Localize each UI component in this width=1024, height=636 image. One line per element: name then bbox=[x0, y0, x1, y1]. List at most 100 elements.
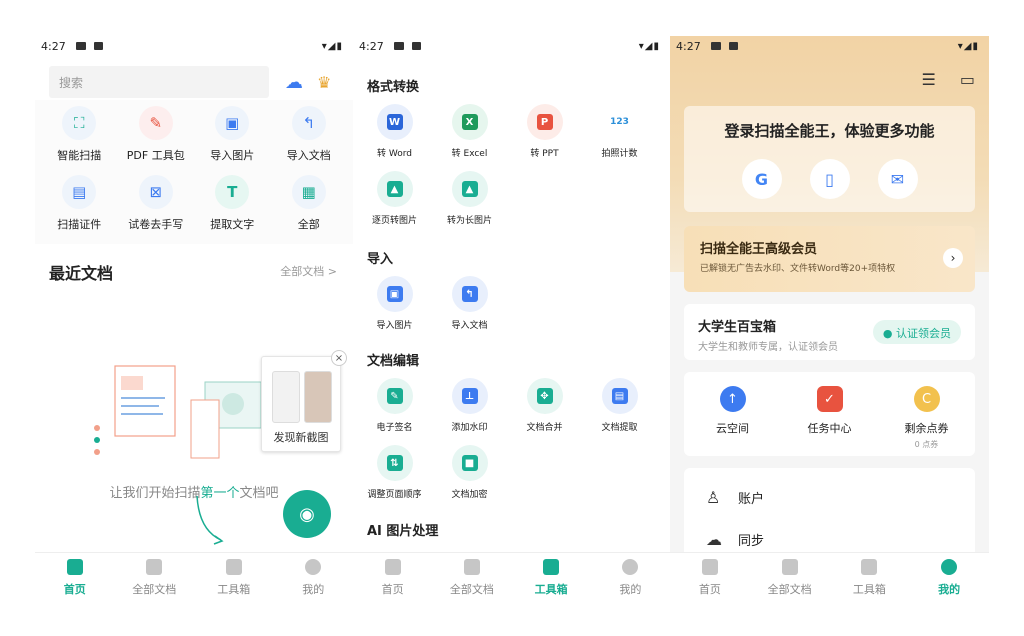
tool-extract-text[interactable]: T 提取文字 bbox=[194, 175, 271, 232]
tool-import-image[interactable]: ▣ 导入图片 bbox=[357, 276, 432, 331]
vip-title: 扫描全能王高级会员 bbox=[700, 242, 818, 257]
coupon-icon: C bbox=[913, 386, 940, 412]
tab-toolbox[interactable]: 工具箱 bbox=[194, 553, 274, 606]
pdf-icon: ✎ bbox=[138, 106, 173, 140]
tab-mine[interactable]: 我的 bbox=[274, 553, 354, 606]
menu-account[interactable]: ♙ 账户 bbox=[684, 476, 975, 518]
verify-badge-button[interactable]: ● 认证领会员 bbox=[872, 320, 961, 344]
tab-home[interactable]: 首页 bbox=[353, 553, 432, 606]
message-icon[interactable]: ▭ bbox=[960, 70, 975, 89]
scan-code-icon[interactable]: ☰ bbox=[922, 70, 936, 89]
section-title-edit: 文档编辑 bbox=[367, 354, 420, 369]
tool-e-signature[interactable]: ✎ 电子签名 bbox=[357, 378, 432, 433]
edit-tools-grid: ✎ 电子签名 ⊥ 添加水印 ✥ 文档合并 ▤ 文档提取 ⇅ 调整页面顺序 ■ 文档加密 bbox=[357, 378, 657, 500]
notification-icon bbox=[394, 42, 404, 50]
section-title-import: 导入 bbox=[367, 252, 394, 267]
service-task-center[interactable]: ✓ 任务中心 bbox=[790, 386, 870, 450]
signature-icon: ✎ bbox=[376, 378, 413, 414]
tool-encrypt-doc[interactable]: ■ 文档加密 bbox=[432, 445, 507, 500]
notification-icon bbox=[711, 42, 721, 50]
tool-label: 逐页转图片 bbox=[371, 216, 417, 226]
login-title: 登录扫描全能王，体验更多功能 bbox=[724, 122, 935, 140]
tool-all[interactable]: ▦ 全部 bbox=[271, 175, 348, 232]
tool-merge-docs[interactable]: ✥ 文档合并 bbox=[507, 378, 582, 433]
phone-login-icon[interactable]: ▯ bbox=[809, 159, 850, 199]
crown-icon[interactable]: ♛ bbox=[317, 73, 331, 92]
vip-banner[interactable]: 扫描全能王高级会员 已解锁无广告去水印、文件转Word等20+项特权 › bbox=[684, 226, 975, 292]
tool-label: 拍照计数 bbox=[601, 149, 638, 159]
tool-to-excel[interactable]: X 转 Excel bbox=[432, 104, 507, 159]
tab-mine[interactable]: 我的 bbox=[909, 553, 989, 606]
tab-label: 全部文档 bbox=[132, 583, 177, 596]
image-icon: ▣ bbox=[215, 106, 250, 140]
tab-all-docs[interactable]: 全部文档 bbox=[432, 553, 511, 606]
scan-icon: ⛶ bbox=[62, 106, 97, 140]
word-icon: W bbox=[376, 104, 413, 140]
service-label: 剩余点券 bbox=[904, 422, 949, 435]
image-icon: ▲ bbox=[376, 171, 413, 207]
tool-add-watermark[interactable]: ⊥ 添加水印 bbox=[432, 378, 507, 433]
tab-label: 我的 bbox=[619, 583, 642, 596]
toolbox-screen: 4:27 ▾◢▮ 格式转换 W 转 Word X 转 Excel P 转 PPT 12… bbox=[353, 36, 670, 606]
stamp-icon: ⊥ bbox=[451, 378, 488, 414]
format-tools-grid: W 转 Word X 转 Excel P 转 PPT 123 拍照计数 ▲ 逐页转图片 ▲… bbox=[357, 104, 657, 226]
screenshot-thumbnail bbox=[304, 371, 332, 423]
task-icon: ✓ bbox=[816, 386, 843, 412]
tab-toolbox[interactable]: 工具箱 bbox=[512, 553, 591, 606]
service-coupons[interactable]: C 剩余点券 0 点券 bbox=[887, 386, 967, 450]
student-card[interactable]: 大学生百宝箱 大学生和教师专属，认证领会员 ● 认证领会员 bbox=[684, 304, 975, 360]
tab-label: 首页 bbox=[698, 583, 721, 596]
login-card[interactable]: 登录扫描全能王，体验更多功能 G ▯ ✉ bbox=[684, 106, 975, 212]
new-screenshot-popup[interactable]: 发现新截图 bbox=[261, 356, 341, 452]
close-icon[interactable]: × bbox=[331, 350, 347, 366]
tool-extract-doc[interactable]: ▤ 文档提取 bbox=[582, 378, 657, 433]
chevron-right-icon[interactable]: › bbox=[943, 248, 963, 268]
tab-home[interactable]: 首页 bbox=[670, 553, 750, 606]
tool-label: 文档加密 bbox=[451, 490, 488, 500]
tool-long-image[interactable]: ▲ 转为长图片 bbox=[432, 171, 507, 226]
tab-toolbox[interactable]: 工具箱 bbox=[830, 553, 910, 606]
tool-import-doc[interactable]: ↰ 导入文档 bbox=[271, 106, 348, 163]
tool-smart-scan[interactable]: ⛶ 智能扫描 bbox=[41, 106, 118, 163]
screenshot-thumbnail bbox=[272, 371, 300, 423]
google-login-icon[interactable]: G bbox=[741, 159, 782, 199]
docs-icon bbox=[146, 559, 163, 575]
email-login-icon[interactable]: ✉ bbox=[877, 159, 918, 199]
section-title-ai-image: AI 图片处理 bbox=[367, 524, 439, 539]
tool-pdf-kit[interactable]: ✎ PDF 工具包 bbox=[118, 106, 195, 163]
toolbox-icon bbox=[861, 559, 878, 575]
status-time: 4:27 bbox=[41, 40, 66, 53]
services-card: ↑ 云空间 ✓ 任务中心 C 剩余点券 0 点券 bbox=[684, 372, 975, 456]
camera-icon: ◉ bbox=[299, 503, 315, 525]
lock-icon: ■ bbox=[451, 445, 488, 481]
tool-to-ppt[interactable]: P 转 PPT bbox=[507, 104, 582, 159]
home-icon bbox=[66, 559, 83, 575]
tool-label: 导入文档 bbox=[451, 321, 488, 331]
tool-photo-count[interactable]: 123 拍照计数 bbox=[582, 104, 657, 159]
tool-scan-id[interactable]: ▤ 扫描证件 bbox=[41, 175, 118, 232]
arrow-icon bbox=[196, 495, 224, 545]
tool-remove-handwriting[interactable]: ⊠ 试卷去手写 bbox=[118, 175, 195, 232]
camera-button[interactable]: ◉ bbox=[283, 490, 331, 538]
cloud-icon[interactable]: ☁ bbox=[285, 72, 303, 93]
empty-text-post: 文档吧 bbox=[239, 486, 279, 501]
tool-reorder-pages[interactable]: ⇅ 调整页面顺序 bbox=[357, 445, 432, 500]
tool-import-doc[interactable]: ↰ 导入文档 bbox=[432, 276, 507, 331]
search-input[interactable]: 搜索 bbox=[49, 66, 269, 98]
tab-home[interactable]: 首页 bbox=[35, 553, 115, 606]
reorder-icon: ⇅ bbox=[376, 445, 413, 481]
recent-docs-title: 最近文档 bbox=[49, 264, 114, 283]
home-icon bbox=[384, 559, 401, 575]
docs-icon bbox=[781, 559, 798, 575]
tool-page-to-image[interactable]: ▲ 逐页转图片 bbox=[357, 171, 432, 226]
tool-to-word[interactable]: W 转 Word bbox=[357, 104, 432, 159]
service-cloud-space[interactable]: ↑ 云空间 bbox=[693, 386, 773, 450]
tab-all-docs[interactable]: 全部文档 bbox=[750, 553, 830, 606]
service-label: 云空间 bbox=[716, 422, 749, 435]
all-docs-link[interactable]: 全部文档 > bbox=[280, 263, 337, 279]
tool-import-image[interactable]: ▣ 导入图片 bbox=[194, 106, 271, 163]
popup-caption: 发现新截图 bbox=[273, 431, 329, 444]
tab-mine[interactable]: 我的 bbox=[591, 553, 670, 606]
tool-label: 转 Excel bbox=[451, 149, 488, 159]
tab-all-docs[interactable]: 全部文档 bbox=[115, 553, 195, 606]
